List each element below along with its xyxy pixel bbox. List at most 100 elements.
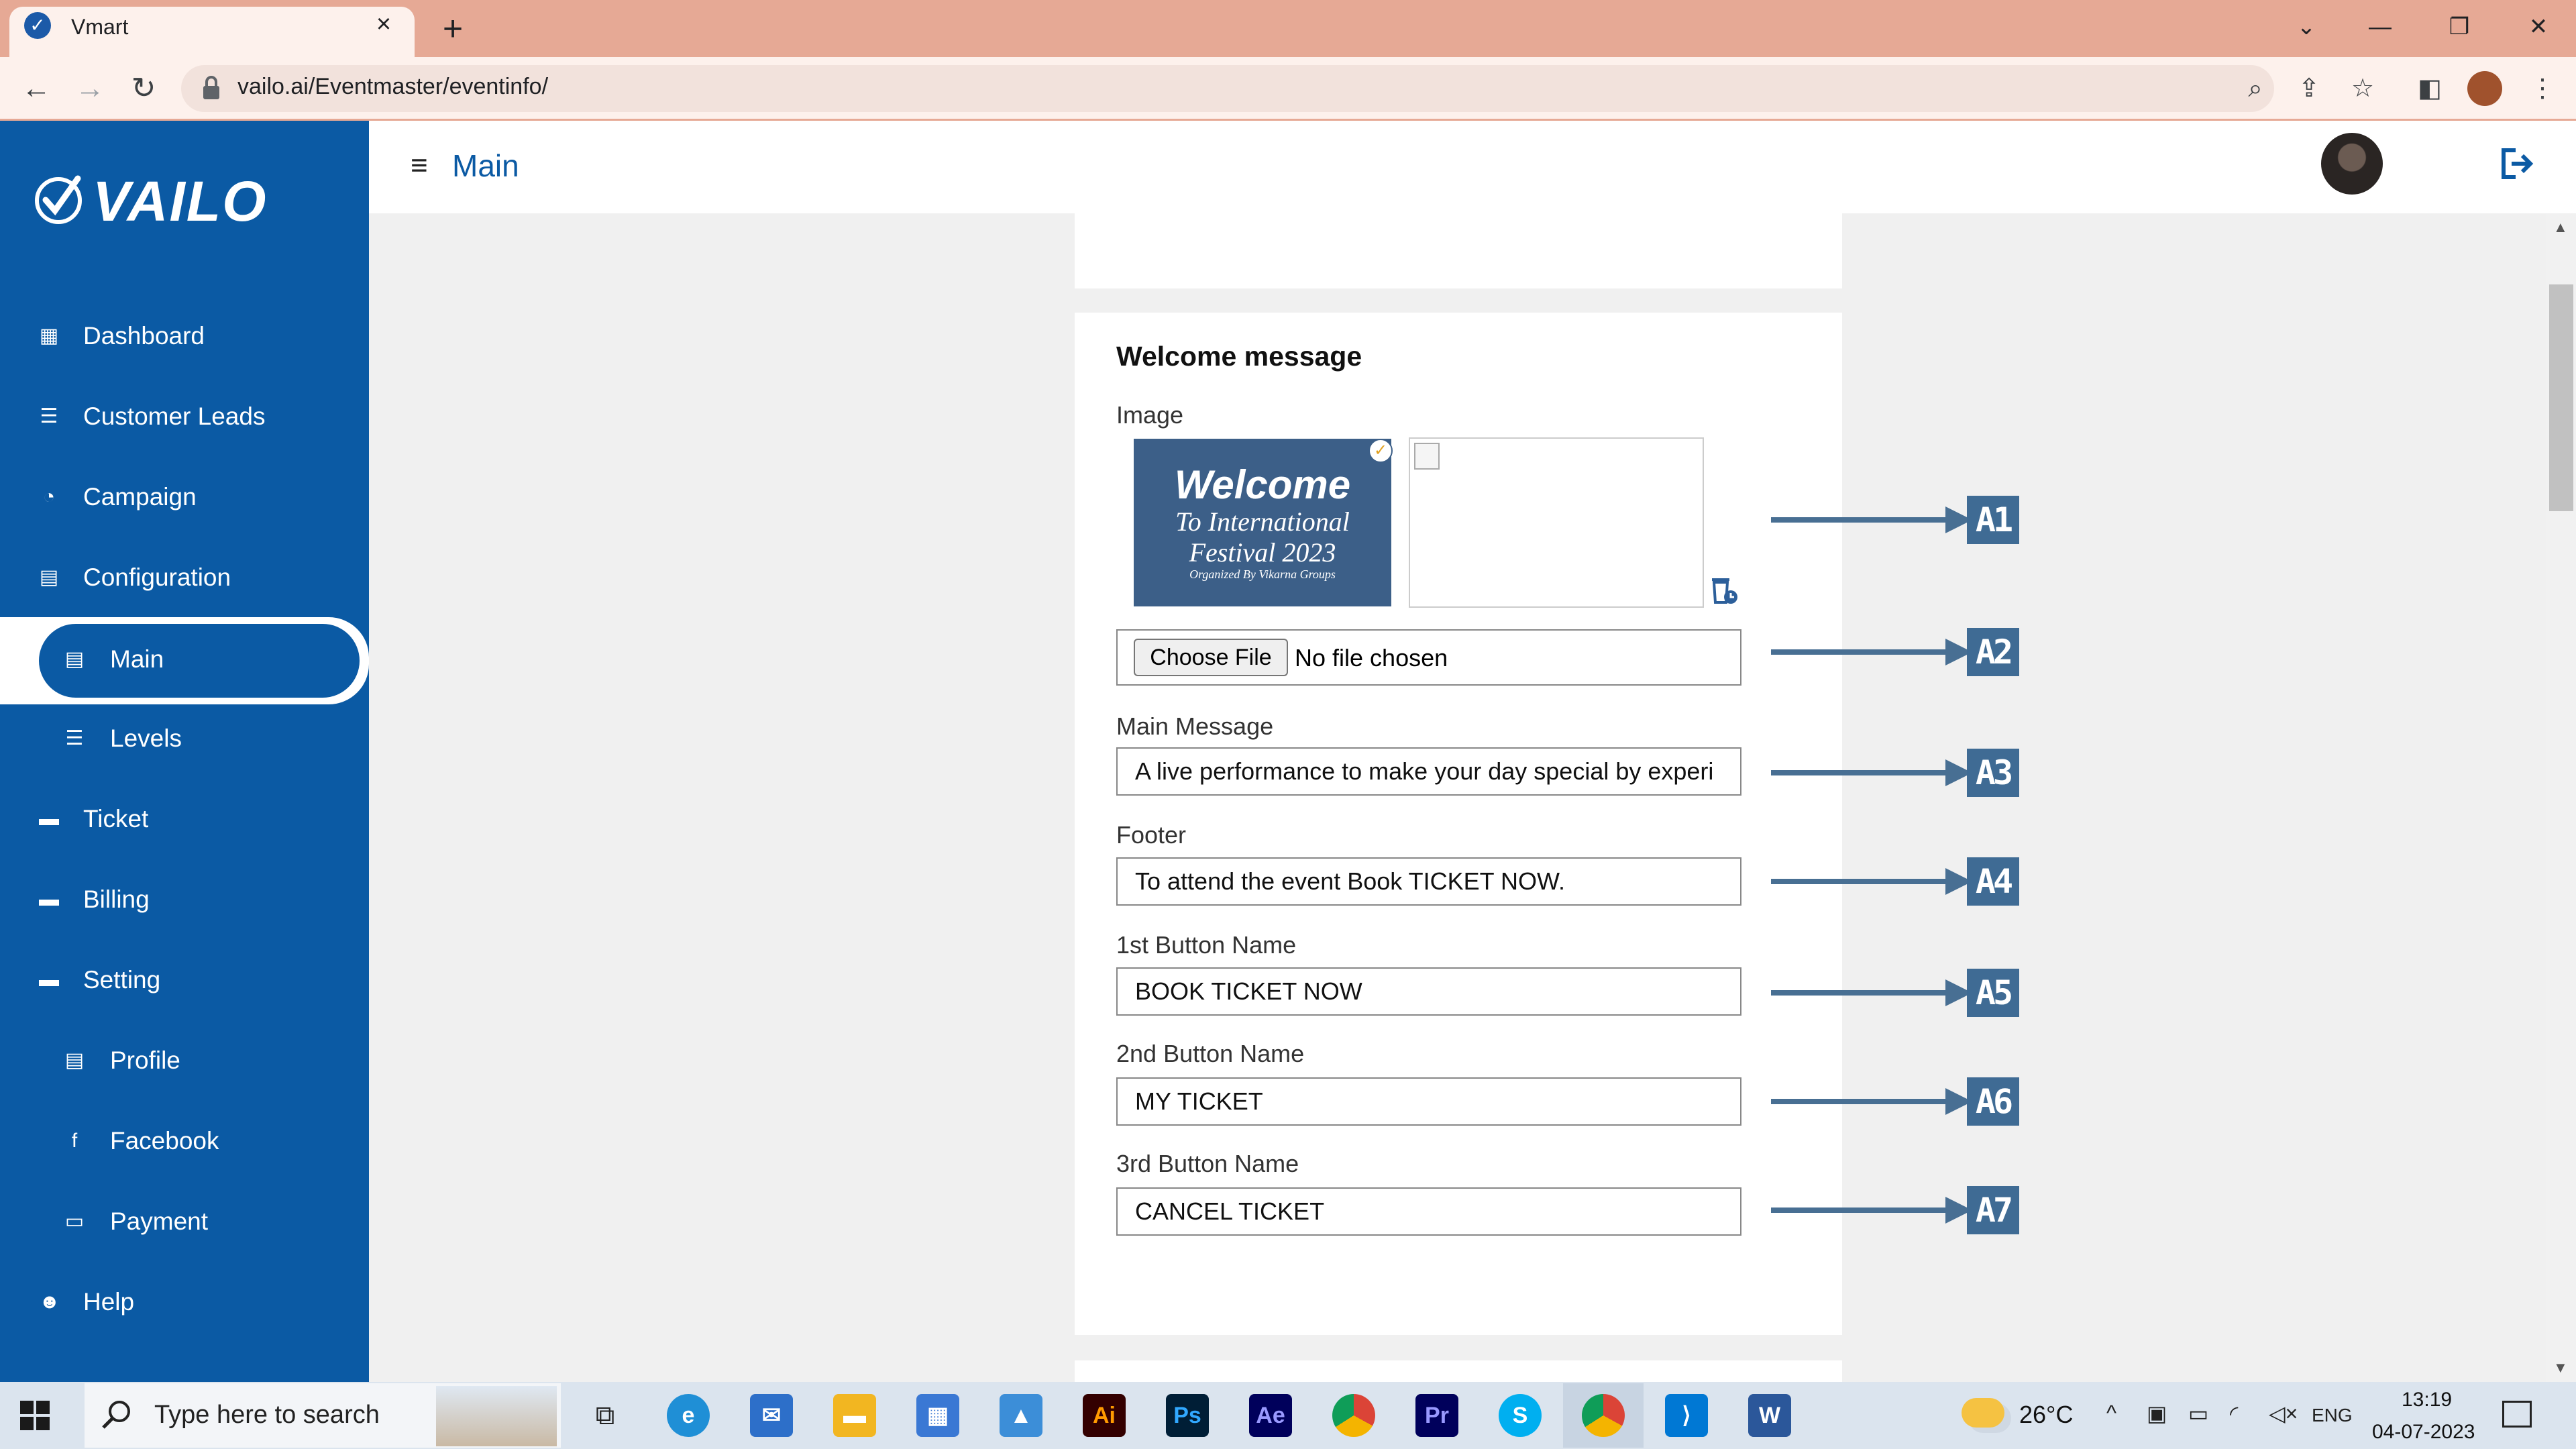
photos-icon[interactable]: ▲ xyxy=(1000,1394,1042,1437)
premiere-icon[interactable]: Pr xyxy=(1415,1394,1458,1437)
sidebar-item-profile[interactable]: ▤ Profile xyxy=(0,1025,369,1099)
sidebar-item-ticket[interactable]: ▬ Ticket xyxy=(0,784,369,857)
chat-icon: ▬ xyxy=(39,969,59,991)
battery-icon[interactable]: ▭ xyxy=(2188,1401,2208,1426)
tray-chevron-icon[interactable]: ^ xyxy=(2106,1401,2116,1426)
annotation-arrow xyxy=(1771,1208,1952,1213)
document-icon: ▤ xyxy=(64,648,85,670)
sidebar-item-campaign[interactable]: ◔ Campaign xyxy=(0,462,369,535)
minimize-button[interactable]: — xyxy=(2355,7,2406,47)
contacts-icon: ☰ xyxy=(40,405,58,427)
sidebar-item-dashboard[interactable]: ▦ Dashboard xyxy=(0,301,369,374)
close-tab-icon[interactable]: × xyxy=(369,9,398,39)
sidebar-item-help[interactable]: ☻ Help xyxy=(0,1267,369,1340)
annotation-badge: A7 xyxy=(1967,1186,2019,1234)
chrome-profile-icon[interactable] xyxy=(1582,1394,1625,1437)
list-icon: ☰ xyxy=(65,727,84,749)
close-window-button[interactable]: ✕ xyxy=(2513,7,2564,47)
url-text[interactable]: vailo.ai/Eventmaster/eventinfo/ xyxy=(237,74,548,100)
search-icon xyxy=(102,1401,130,1429)
image-placeholder[interactable] xyxy=(1409,437,1704,608)
preview-line-3: Festival 2023 xyxy=(1189,537,1336,568)
sidebar-item-levels[interactable]: ☰ Levels xyxy=(0,703,369,777)
button3-input[interactable]: CANCEL TICKET xyxy=(1116,1187,1741,1236)
meet-icon[interactable]: ▣ xyxy=(2147,1401,2167,1426)
weather-temp: 26°C xyxy=(2019,1401,2074,1428)
main-message-input[interactable]: A live performance to make your day spec… xyxy=(1116,747,1741,796)
wallet-icon: ▭ xyxy=(64,1210,85,1232)
delete-icon[interactable] xyxy=(1709,573,1739,605)
share-icon[interactable]: ⇪ xyxy=(2290,70,2328,107)
sidebar-item-facebook[interactable]: f Facebook xyxy=(0,1106,369,1179)
button2-input[interactable]: MY TICKET xyxy=(1116,1077,1741,1126)
annotation-arrow xyxy=(1771,990,1952,996)
word-icon[interactable]: W xyxy=(1748,1394,1791,1437)
chrome-menu-icon[interactable]: ⋮ xyxy=(2524,70,2561,107)
profile-avatar-icon[interactable] xyxy=(2467,71,2502,106)
notifications-icon[interactable] xyxy=(2502,1401,2532,1428)
chrome-icon[interactable] xyxy=(1332,1394,1375,1437)
section-title: Welcome message xyxy=(1116,341,1362,372)
windows-start-icon[interactable] xyxy=(20,1401,50,1430)
bookmark-star-icon[interactable]: ☆ xyxy=(2344,70,2381,107)
button3-label: 3rd Button Name xyxy=(1116,1150,1299,1177)
logout-icon[interactable] xyxy=(2498,146,2536,181)
sidebar-item-customer-leads[interactable]: ☰ Customer Leads xyxy=(0,381,369,455)
volume-muted-icon[interactable]: ◁× xyxy=(2269,1401,2298,1426)
choose-file-button[interactable]: Choose File xyxy=(1134,639,1288,676)
annotation-badge: A2 xyxy=(1967,628,2019,676)
footer-input[interactable]: To attend the event Book TICKET NOW. xyxy=(1116,857,1741,906)
side-panel-icon[interactable]: ◧ xyxy=(2411,70,2449,107)
preview-line-4: Organized By Vikarna Groups xyxy=(1189,568,1336,581)
file-explorer-icon[interactable]: ▬ xyxy=(833,1394,876,1437)
store-icon[interactable]: ▦ xyxy=(916,1394,959,1437)
button1-input[interactable]: BOOK TICKET NOW xyxy=(1116,967,1741,1016)
no-file-text: No file chosen xyxy=(1295,644,1448,672)
user-avatar[interactable] xyxy=(2321,133,2383,195)
back-button[interactable]: ← xyxy=(15,67,58,110)
new-tab-button[interactable]: + xyxy=(432,11,474,47)
lock-icon xyxy=(203,76,219,99)
previous-card xyxy=(1075,213,1842,288)
zoom-search-icon[interactable]: ⌕ xyxy=(2237,70,2274,107)
search-placeholder: Type here to search xyxy=(154,1401,380,1429)
mail-icon[interactable]: ✉ xyxy=(750,1394,793,1437)
task-view-icon[interactable]: ⧉ xyxy=(584,1394,627,1437)
vscode-icon[interactable]: ⟩ xyxy=(1665,1394,1708,1437)
welcome-image-preview[interactable]: Welcome To International Festival 2023 O… xyxy=(1134,439,1391,606)
skype-icon[interactable]: S xyxy=(1499,1394,1542,1437)
hamburger-menu-icon[interactable]: ≡ xyxy=(411,149,428,182)
footer-label: Footer xyxy=(1116,821,1187,849)
clock-date[interactable]: 04-07-2023 xyxy=(2372,1421,2475,1444)
chat-icon: ▬ xyxy=(39,808,59,830)
clock-time[interactable]: 13:19 xyxy=(2402,1389,2452,1411)
sidebar-item-payment[interactable]: ▭ Payment xyxy=(0,1186,369,1260)
scroll-down-icon[interactable]: ▼ xyxy=(2553,1359,2568,1377)
document-icon: ▤ xyxy=(39,566,59,588)
forward-button[interactable]: → xyxy=(68,67,111,110)
illustrator-icon[interactable]: Ai xyxy=(1083,1394,1126,1437)
selected-check-icon[interactable]: ✓ xyxy=(1368,439,1393,463)
annotation-badge: A3 xyxy=(1967,749,2019,797)
photoshop-icon[interactable]: Ps xyxy=(1166,1394,1209,1437)
edge-icon[interactable]: e xyxy=(667,1394,710,1437)
facebook-icon: f xyxy=(71,1130,78,1152)
after-effects-icon[interactable]: Ae xyxy=(1249,1394,1292,1437)
logo-text: VAILO xyxy=(93,170,268,233)
scrollbar-thumb[interactable] xyxy=(2549,284,2573,511)
sidebar-item-setting[interactable]: ▬ Setting xyxy=(0,945,369,1018)
sidebar-item-main[interactable]: ▤ Main xyxy=(39,624,360,698)
sidebar-item-billing[interactable]: ▬ Billing xyxy=(0,864,369,938)
annotation-badge: A5 xyxy=(1967,969,2019,1017)
sidebar-item-configuration[interactable]: ▤ Configuration xyxy=(0,542,369,616)
reload-button[interactable]: ↻ xyxy=(122,67,165,110)
restore-button[interactable]: ❐ xyxy=(2434,7,2485,47)
main-message-label: Main Message xyxy=(1116,712,1274,740)
tab-search-chevron-icon[interactable]: ⌄ xyxy=(2281,7,2332,47)
browser-tab[interactable] xyxy=(9,7,415,57)
scroll-up-icon[interactable]: ▲ xyxy=(2553,219,2568,236)
annotation-arrow xyxy=(1771,879,1952,884)
language-indicator[interactable]: ENG xyxy=(2312,1405,2353,1426)
annotation-arrow xyxy=(1771,649,1952,655)
wifi-icon[interactable]: ◜ xyxy=(2230,1401,2238,1426)
